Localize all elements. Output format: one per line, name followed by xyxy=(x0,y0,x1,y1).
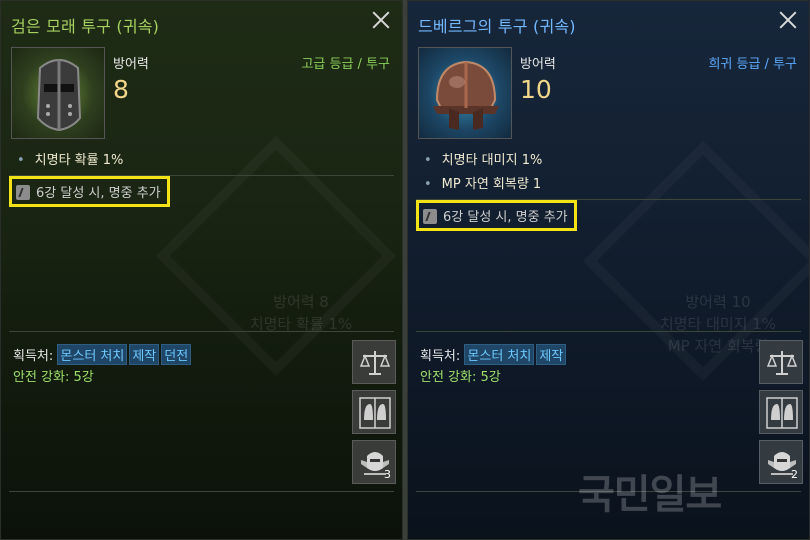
scale-button[interactable] xyxy=(352,340,396,384)
item-title: 검은 모래 투구 (귀속) xyxy=(11,17,160,36)
divider xyxy=(9,331,394,332)
scale-icon xyxy=(359,351,391,375)
compare-helmet-icon xyxy=(766,397,798,429)
option-list: • 치명타 대미지 1% • MP 자연 회복량 1 xyxy=(424,151,542,199)
acq-tag-dungeon[interactable]: 던전 xyxy=(161,344,192,365)
close-icon[interactable] xyxy=(370,9,392,31)
stat-value: 8 xyxy=(113,75,129,104)
item-image xyxy=(11,47,105,139)
stat-label: 방어력 xyxy=(520,57,556,72)
enhance-condition: 6강 달성 시, 명중 추가 xyxy=(9,176,170,207)
acquisition-row: 획득처: 몬스터 처치 제작 던전 xyxy=(13,344,193,365)
watermark-logo: 국민일보 xyxy=(578,472,722,518)
stat-label: 방어력 xyxy=(113,57,149,72)
item-title: 드베르그의 투구 (귀속) xyxy=(418,17,576,36)
acq-tag-monster[interactable]: 몬스터 처치 xyxy=(464,344,535,365)
compare-helmet-icon xyxy=(359,397,391,429)
item-image xyxy=(418,47,512,139)
crest-button[interactable]: 3 xyxy=(352,440,396,484)
acquisition-label: 획득처: xyxy=(13,349,54,364)
condition-icon xyxy=(423,209,437,224)
ghost-text: 방어력 8 치명타 확률 1% xyxy=(249,293,353,333)
count-badge: 3 xyxy=(384,468,391,481)
condition-icon xyxy=(16,185,30,200)
grade-type: 희귀 등급 / 투구 xyxy=(708,57,797,72)
enhance-condition: 6강 달성 시, 명중 추가 xyxy=(416,200,577,231)
safe-enhance: 안전 강화: 5강 xyxy=(420,370,501,385)
acq-tag-craft[interactable]: 제작 xyxy=(536,344,567,365)
grade-type: 고급 등급 / 투구 xyxy=(301,57,390,72)
option-item: • MP 자연 회복량 1 xyxy=(424,177,542,192)
safe-enhance: 안전 강화: 5강 xyxy=(13,370,94,385)
compare-button[interactable] xyxy=(759,390,803,434)
acquisition-row: 획득처: 몬스터 처치 제작 xyxy=(420,344,568,365)
scale-icon xyxy=(766,351,798,375)
option-item: • 치명타 대미지 1% xyxy=(424,153,543,168)
acquisition-label: 획득처: xyxy=(420,349,461,364)
acq-tag-craft[interactable]: 제작 xyxy=(129,344,160,365)
divider xyxy=(9,491,394,492)
divider xyxy=(416,331,801,332)
scale-button[interactable] xyxy=(759,340,803,384)
option-list: • 치명타 확률 1% xyxy=(17,151,123,175)
item-tooltip-right: 드베르그의 투구 (귀속) 방어력 10 희귀 등급 / 투구 • 치명타 대미지… xyxy=(407,0,810,540)
acq-tag-monster[interactable]: 몬스터 처치 xyxy=(57,344,128,365)
close-icon[interactable] xyxy=(777,9,799,31)
compare-button[interactable] xyxy=(352,390,396,434)
stat-value: 10 xyxy=(520,75,552,104)
option-item: • 치명타 확률 1% xyxy=(17,153,124,168)
item-tooltip-left: 검은 모래 투구 (귀속) 방어력 8 고급 등급 / 투구 • 치명타 확률 1… xyxy=(0,0,403,540)
